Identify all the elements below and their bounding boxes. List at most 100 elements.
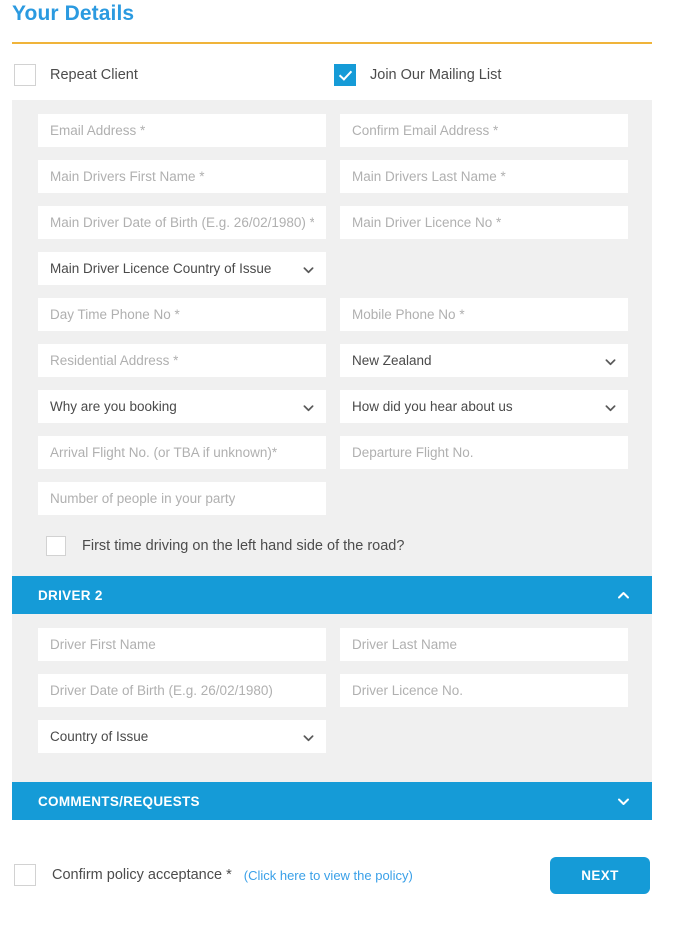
mailing-list-checkbox[interactable] <box>334 64 356 86</box>
repeat-client-checkbox[interactable] <box>14 64 36 86</box>
chevron-up-icon[interactable] <box>617 589 630 602</box>
form-row: Main Drivers First Name * Main Drivers L… <box>38 160 628 193</box>
form-cell: Why are you booking <box>38 390 326 423</box>
form-row: Driver First Name Driver Last Name <box>38 628 628 661</box>
form-row: Residential Address * New Zealand <box>38 344 628 377</box>
left-side-driving-checkbox[interactable] <box>46 536 66 556</box>
form-row: Main Driver Date of Birth (E.g. 26/02/19… <box>38 206 628 239</box>
arrival-flight-no-input[interactable]: Arrival Flight No. (or TBA if unknown)* <box>38 436 326 469</box>
driver2-licence-no-placeholder: Driver Licence No. <box>352 683 464 698</box>
how-did-you-hear-select[interactable]: How did you hear about us <box>340 390 628 423</box>
how-did-you-hear-value: How did you hear about us <box>352 399 513 414</box>
email-address-input[interactable]: Email Address * <box>38 114 326 147</box>
mobile-phone-input[interactable]: Mobile Phone No * <box>340 298 628 331</box>
confirm-email-address-input[interactable]: Confirm Email Address * <box>340 114 628 147</box>
driver2-country-of-issue-value: Country of Issue <box>50 729 149 744</box>
form-cell: Residential Address * <box>38 344 326 377</box>
form-cell: Driver Licence No. <box>340 674 628 707</box>
mailing-list-checkbox-group[interactable]: Join Our Mailing List <box>334 64 501 86</box>
driver2-accordion-header[interactable]: DRIVER 2 <box>12 576 652 614</box>
confirm-email-address-placeholder: Confirm Email Address * <box>352 123 499 138</box>
form-footer: Confirm policy acceptance * (Click here … <box>0 852 678 912</box>
form-cell: Driver First Name <box>38 628 326 661</box>
main-details-panel: Email Address * Confirm Email Address * … <box>12 100 652 576</box>
main-driver-dob-placeholder: Main Driver Date of Birth (E.g. 26/02/19… <box>50 215 314 230</box>
main-driver-first-name-placeholder: Main Drivers First Name * <box>50 169 205 184</box>
form-cell-empty <box>340 720 628 753</box>
number-of-people-input[interactable]: Number of people in your party <box>38 482 326 515</box>
email-address-placeholder: Email Address * <box>50 123 146 138</box>
form-cell: Driver Date of Birth (E.g. 26/02/1980) <box>38 674 326 707</box>
departure-flight-no-input[interactable]: Departure Flight No. <box>340 436 628 469</box>
title-divider <box>12 42 652 44</box>
driver2-licence-no-input[interactable]: Driver Licence No. <box>340 674 628 707</box>
next-button[interactable]: NEXT <box>550 857 650 894</box>
driver2-last-name-input[interactable]: Driver Last Name <box>340 628 628 661</box>
form-row: Driver Date of Birth (E.g. 26/02/1980) D… <box>38 674 628 707</box>
form-cell: Departure Flight No. <box>340 436 628 469</box>
form-cell: Driver Last Name <box>340 628 628 661</box>
left-side-driving-checkbox-group[interactable]: First time driving on the left hand side… <box>38 528 626 576</box>
arrival-flight-no-placeholder: Arrival Flight No. (or TBA if unknown)* <box>50 445 278 460</box>
day-time-phone-placeholder: Day Time Phone No * <box>50 307 180 322</box>
form-cell: Number of people in your party <box>38 482 326 515</box>
form-row: Why are you booking How did you hear abo… <box>38 390 628 423</box>
why-booking-value: Why are you booking <box>50 399 177 414</box>
form-row: Country of Issue <box>38 720 626 753</box>
main-driver-first-name-input[interactable]: Main Drivers First Name * <box>38 160 326 193</box>
driver2-panel: Driver First Name Driver Last Name Drive… <box>12 614 652 782</box>
page-title: Your Details <box>12 2 135 25</box>
chevron-down-icon <box>303 401 314 412</box>
residential-address-placeholder: Residential Address * <box>50 353 179 368</box>
main-driver-licence-no-input[interactable]: Main Driver Licence No * <box>340 206 628 239</box>
form-cell: Main Driver Licence No * <box>340 206 628 239</box>
departure-flight-no-placeholder: Departure Flight No. <box>352 445 474 460</box>
form-cell: Email Address * <box>38 114 326 147</box>
policy-acceptance-label: Confirm policy acceptance * <box>52 867 232 883</box>
form-row: Number of people in your party <box>38 482 626 515</box>
main-driver-licence-country-value: Main Driver Licence Country of Issue <box>50 261 272 276</box>
form-row: Email Address * Confirm Email Address * <box>38 114 628 147</box>
day-time-phone-input[interactable]: Day Time Phone No * <box>38 298 326 331</box>
left-side-driving-label: First time driving on the left hand side… <box>82 538 405 554</box>
why-booking-select[interactable]: Why are you booking <box>38 390 326 423</box>
driver2-country-of-issue-select[interactable]: Country of Issue <box>38 720 326 753</box>
form-cell: New Zealand <box>340 344 628 377</box>
residential-address-input[interactable]: Residential Address * <box>38 344 326 377</box>
main-driver-last-name-input[interactable]: Main Drivers Last Name * <box>340 160 628 193</box>
form-cell: Mobile Phone No * <box>340 298 628 331</box>
view-policy-link[interactable]: (Click here to view the policy) <box>244 868 413 883</box>
form-cell-empty <box>340 252 628 285</box>
form-cell: Arrival Flight No. (or TBA if unknown)* <box>38 436 326 469</box>
form-row: Day Time Phone No * Mobile Phone No * <box>38 298 628 331</box>
form-cell: Country of Issue <box>38 720 326 753</box>
main-driver-licence-country-select[interactable]: Main Driver Licence Country of Issue <box>38 252 326 285</box>
main-driver-dob-input[interactable]: Main Driver Date of Birth (E.g. 26/02/19… <box>38 206 326 239</box>
form-row: Arrival Flight No. (or TBA if unknown)* … <box>38 436 628 469</box>
policy-acceptance-checkbox[interactable] <box>14 864 36 886</box>
main-driver-licence-no-placeholder: Main Driver Licence No * <box>352 215 502 230</box>
form-cell: Main Driver Date of Birth (E.g. 26/02/19… <box>38 206 326 239</box>
comments-title: COMMENTS/REQUESTS <box>38 793 200 809</box>
driver2-dob-input[interactable]: Driver Date of Birth (E.g. 26/02/1980) <box>38 674 326 707</box>
repeat-client-checkbox-group[interactable]: Repeat Client <box>14 64 138 86</box>
mobile-phone-placeholder: Mobile Phone No * <box>352 307 465 322</box>
repeat-client-label: Repeat Client <box>50 67 138 83</box>
form-cell: Confirm Email Address * <box>340 114 628 147</box>
comments-accordion-header[interactable]: COMMENTS/REQUESTS <box>12 782 652 820</box>
main-driver-last-name-placeholder: Main Drivers Last Name * <box>352 169 506 184</box>
country-value: New Zealand <box>352 353 432 368</box>
form-cell-empty <box>340 482 628 515</box>
policy-acceptance-group[interactable]: Confirm policy acceptance * (Click here … <box>14 864 413 886</box>
driver2-first-name-input[interactable]: Driver First Name <box>38 628 326 661</box>
top-checkbox-row: Repeat Client Join Our Mailing List <box>0 64 678 96</box>
number-of-people-placeholder: Number of people in your party <box>50 491 236 506</box>
chevron-down-icon <box>303 731 314 742</box>
driver2-last-name-placeholder: Driver Last Name <box>352 637 458 652</box>
country-select[interactable]: New Zealand <box>340 344 628 377</box>
driver2-dob-placeholder: Driver Date of Birth (E.g. 26/02/1980) <box>50 683 273 698</box>
your-details-form-page: Your Details Repeat Client Join Our Mail… <box>0 0 678 934</box>
chevron-down-icon[interactable] <box>617 795 630 808</box>
driver2-title: DRIVER 2 <box>38 587 103 603</box>
chevron-down-icon <box>605 401 616 412</box>
